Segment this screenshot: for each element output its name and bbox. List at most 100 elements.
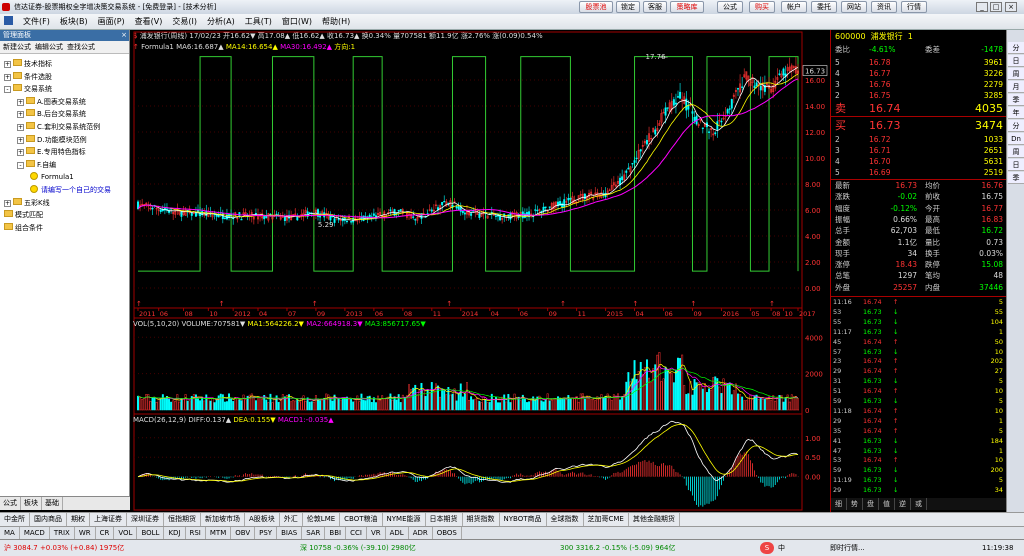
tree-item[interactable]: - F.自编 xyxy=(17,159,56,171)
maximize-button[interactable]: □ xyxy=(990,2,1002,12)
collapse-icon[interactable]: - xyxy=(17,161,24,169)
period-tab-10[interactable]: 季 xyxy=(1008,172,1024,184)
tree-item[interactable]: + 五彩K线 xyxy=(4,197,50,209)
menu-app-icon[interactable] xyxy=(4,16,13,25)
indicator-tab-12[interactable]: BIAS xyxy=(277,527,303,539)
indicator-tab-16[interactable]: VR xyxy=(367,527,386,539)
tree-item[interactable]: + 技术指标 xyxy=(4,58,52,70)
indicator-tab-11[interactable]: PSY xyxy=(255,527,278,539)
quote-tab-4[interactable]: 逆 xyxy=(895,498,911,510)
market-tab-6[interactable]: 新加坡市场 xyxy=(201,513,245,526)
menu-item-5[interactable]: 分析(A) xyxy=(207,14,235,29)
tree-item[interactable]: 请编写一个自己的交易 xyxy=(30,184,111,196)
tree-item[interactable]: + B.后台交易系统 xyxy=(17,108,86,120)
expand-icon[interactable]: + xyxy=(4,199,11,207)
period-tab-0[interactable]: 分 xyxy=(1008,42,1024,54)
indicator-tab-13[interactable]: SAR xyxy=(302,527,326,539)
collapse-icon[interactable]: - xyxy=(4,86,11,94)
market-tab-7[interactable]: A股板块 xyxy=(245,513,280,526)
indicator-tab-15[interactable]: CCI xyxy=(346,527,367,539)
market-tab-12[interactable]: 日本期货 xyxy=(426,513,463,526)
market-tab-17[interactable]: 其他金融期货 xyxy=(629,513,680,526)
csi300-index[interactable]: 300 3316.2 -0.15% (-5.09) 964亿 xyxy=(560,540,675,556)
market-tab-11[interactable]: NYME能源 xyxy=(383,513,426,526)
top-button-4[interactable]: 公式 xyxy=(717,1,743,13)
quote-tab-0[interactable]: 细 xyxy=(831,498,847,510)
period-tab-7[interactable]: Dn xyxy=(1008,133,1024,145)
expand-icon[interactable]: + xyxy=(17,124,24,131)
indicator-tab-10[interactable]: OBV xyxy=(231,527,256,539)
panel-toolbar-item-2[interactable]: 查找公式 xyxy=(67,43,95,51)
top-button-9[interactable]: 资讯 xyxy=(871,1,897,13)
top-button-0[interactable]: 股票池 xyxy=(579,1,613,13)
top-button-8[interactable]: 网站 xyxy=(841,1,867,13)
expand-icon[interactable]: + xyxy=(4,73,11,81)
expand-icon[interactable]: + xyxy=(17,136,24,144)
market-tab-16[interactable]: 芝加哥CME xyxy=(584,513,629,526)
quote-tab-2[interactable]: 盘 xyxy=(863,498,879,510)
indicator-tab-4[interactable]: CR xyxy=(96,527,115,539)
minimize-button[interactable]: _ xyxy=(976,2,988,12)
ime-mode[interactable]: 中 xyxy=(778,540,785,556)
expand-icon[interactable]: + xyxy=(4,61,11,68)
period-tab-6[interactable]: 分 xyxy=(1008,120,1024,132)
period-tab-8[interactable]: 周 xyxy=(1008,146,1024,158)
menu-item-2[interactable]: 画面(P) xyxy=(98,14,125,29)
market-tab-4[interactable]: 深圳证券 xyxy=(127,513,164,526)
panel-tab-0[interactable]: 公式 xyxy=(0,497,21,510)
indicator-tab-17[interactable]: ADL xyxy=(386,527,409,539)
tree-item[interactable]: + C.套利交易系统范例 xyxy=(17,121,100,133)
market-tab-0[interactable]: 中金所 xyxy=(0,513,30,526)
indicator-tab-5[interactable]: VOL xyxy=(114,527,138,539)
tree-item[interactable]: Formula1 xyxy=(30,171,74,183)
expand-icon[interactable]: + xyxy=(17,149,24,157)
indicator-tab-8[interactable]: RSI xyxy=(186,527,206,539)
expand-icon[interactable]: + xyxy=(17,98,24,106)
indicator-tab-18[interactable]: ADR xyxy=(409,527,433,539)
market-tab-5[interactable]: 恒指期货 xyxy=(164,513,201,526)
panel-tab-2[interactable]: 基础 xyxy=(42,497,63,510)
top-button-1[interactable]: 锁定 xyxy=(616,1,640,13)
market-tab-2[interactable]: 期权 xyxy=(67,513,90,526)
period-tab-3[interactable]: 月 xyxy=(1008,81,1024,93)
menu-item-4[interactable]: 交易(I) xyxy=(172,14,197,29)
indicator-tab-14[interactable]: BBI xyxy=(325,527,347,539)
close-button[interactable]: × xyxy=(1005,2,1017,12)
period-tab-1[interactable]: 日 xyxy=(1008,55,1024,67)
indicator-tab-3[interactable]: WR xyxy=(75,527,96,539)
tree-item[interactable]: + D.功能模块范例 xyxy=(17,134,87,146)
market-tab-14[interactable]: NYBOT商品 xyxy=(500,513,547,526)
panel-tab-1[interactable]: 板块 xyxy=(21,497,42,510)
quote-tab-3[interactable]: 值 xyxy=(879,498,895,510)
period-tab-2[interactable]: 周 xyxy=(1008,68,1024,80)
tree-item[interactable]: + 条件选股 xyxy=(4,71,52,83)
menu-item-8[interactable]: 帮助(H) xyxy=(322,14,350,29)
market-tab-8[interactable]: 外汇 xyxy=(280,513,303,526)
period-tab-9[interactable]: 日 xyxy=(1008,159,1024,171)
tree-item[interactable]: 模式匹配 xyxy=(4,209,43,221)
top-button-10[interactable]: 行情 xyxy=(901,1,927,13)
ime-icon[interactable]: S xyxy=(760,542,774,554)
sh-index[interactable]: 沪 3084.7 +0.03% (+0.84) 1975亿 xyxy=(4,540,124,556)
tree-item[interactable]: - 交易系统 xyxy=(4,83,52,95)
tree-item[interactable]: + E.专用特色指标 xyxy=(17,146,86,158)
panel-toolbar-item-0[interactable]: 新建公式 xyxy=(3,43,31,51)
indicator-tab-19[interactable]: OBOS xyxy=(433,527,462,539)
menu-item-3[interactable]: 查看(V) xyxy=(135,14,163,29)
indicator-tab-9[interactable]: MTM xyxy=(206,527,232,539)
indicator-tab-1[interactable]: MACD xyxy=(20,527,50,539)
expand-icon[interactable]: + xyxy=(17,111,24,119)
menu-item-1[interactable]: 板块(B) xyxy=(60,14,88,29)
indicator-tab-2[interactable]: TRIX xyxy=(50,527,75,539)
market-tab-15[interactable]: 全球指数 xyxy=(547,513,584,526)
top-button-7[interactable]: 委托 xyxy=(811,1,837,13)
menu-item-0[interactable]: 文件(F) xyxy=(23,14,50,29)
menu-item-6[interactable]: 工具(T) xyxy=(245,14,272,29)
top-button-2[interactable]: 客服 xyxy=(643,1,667,13)
panel-toolbar-item-1[interactable]: 编辑公式 xyxy=(35,43,63,51)
kline-chart[interactable]: 16.00 14.00 12.00 10.00 8.00 6.00 4.00 2.00 0.00… xyxy=(130,30,830,512)
period-tab-4[interactable]: 季 xyxy=(1008,94,1024,106)
sz-index[interactable]: 深 10758 -0.36% (-39.10) 2980亿 xyxy=(300,540,416,556)
tree-item[interactable]: 组合条件 xyxy=(4,222,43,234)
panel-close-icon[interactable]: × xyxy=(121,30,127,41)
